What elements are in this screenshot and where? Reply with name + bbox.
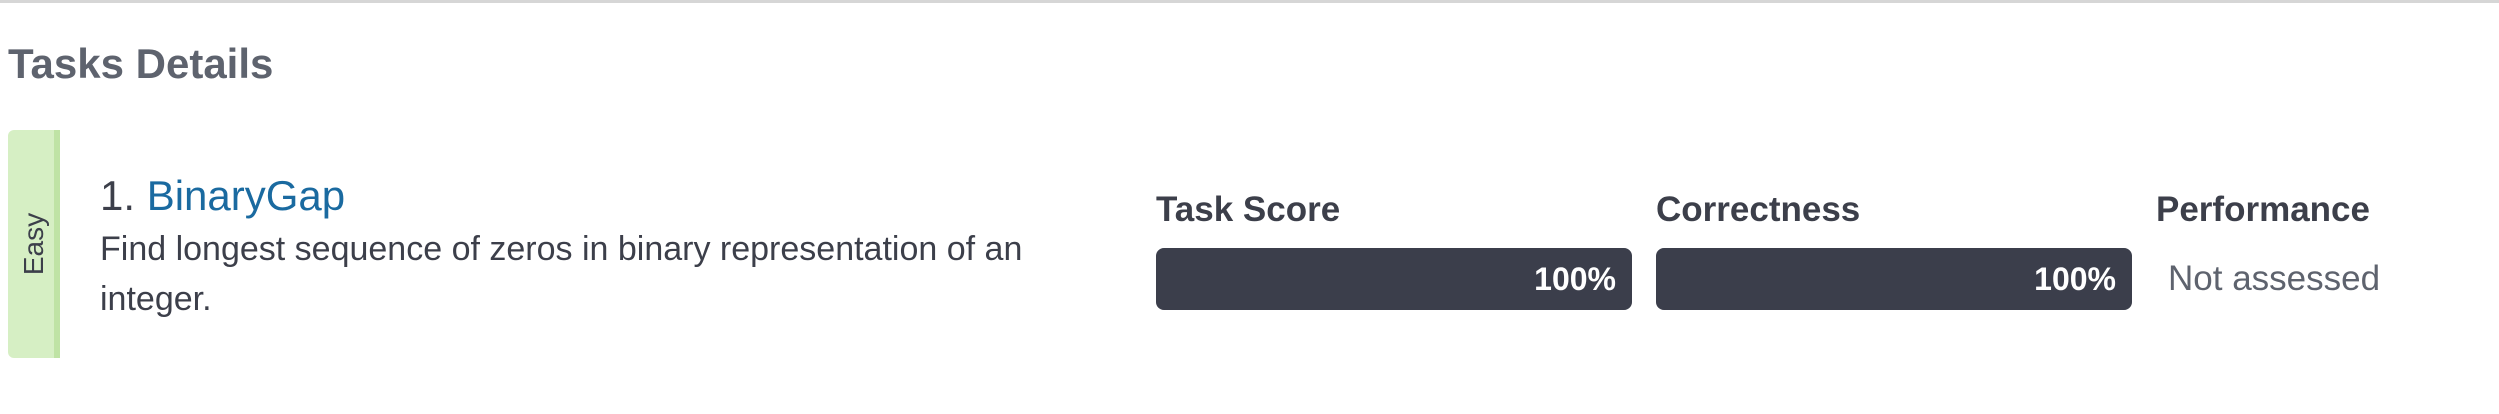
metric-label-correctness: Correctness — [1656, 190, 1861, 229]
performance-status: Not assessed — [2168, 259, 2381, 298]
metric-task-score: Task Score 100% — [1156, 190, 1632, 310]
task-description: Find longest sequence of zeros in binary… — [100, 230, 1023, 318]
task-score-value: 100% — [1534, 261, 1616, 297]
task-score-bar: 100% — [1156, 248, 1632, 310]
difficulty-tag: Easy — [8, 130, 60, 358]
section-title: Tasks Details — [8, 40, 274, 87]
task-info: 1. BinaryGap Find longest sequence of ze… — [100, 170, 1100, 324]
metric-performance: Performance Not assessed — [2156, 190, 2380, 310]
correctness-value: 100% — [2034, 261, 2116, 297]
top-divider — [0, 0, 2499, 3]
task-name-link[interactable]: BinaryGap — [147, 172, 345, 219]
difficulty-label: Easy — [18, 212, 49, 276]
task-card: Easy 1. BinaryGap Find longest sequence … — [8, 130, 2488, 358]
task-heading: 1. BinaryGap — [100, 170, 1100, 222]
correctness-bar: 100% — [1656, 248, 2132, 310]
metric-label-performance: Performance — [2156, 190, 2370, 229]
metric-label-task-score: Task Score — [1156, 190, 1341, 229]
metric-correctness: Correctness 100% — [1656, 190, 2132, 310]
task-number: 1. — [100, 172, 136, 219]
